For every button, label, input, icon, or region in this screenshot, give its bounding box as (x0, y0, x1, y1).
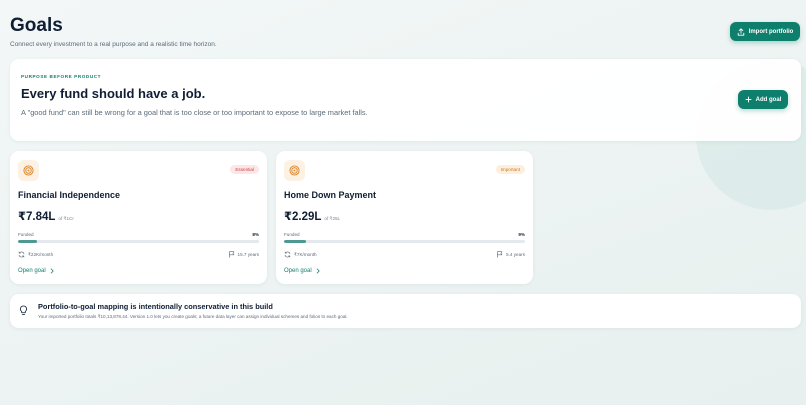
goal-card-home-down-payment[interactable]: Important Home Down Payment ₹2.29L of ₹2… (276, 151, 533, 284)
note-title: Portfolio-to-goal mapping is intentional… (38, 302, 273, 311)
funded-percent: 9% (518, 232, 525, 237)
goal-horizon: 15.7 years (228, 251, 259, 258)
import-portfolio-label: Import portfolio (748, 28, 794, 35)
refresh-icon (18, 251, 25, 258)
flag-icon (228, 251, 234, 258)
upload-icon (737, 27, 744, 36)
horizon-years: 15.7 years (237, 252, 259, 257)
add-goal-label: Add goal (755, 96, 782, 103)
goal-amount: ₹7.84L (18, 211, 56, 223)
flag-icon (497, 251, 503, 258)
funded-label: Funded (18, 232, 34, 237)
plus-icon (745, 96, 752, 103)
monthly-contribution: ₹7K/month (284, 251, 317, 258)
funded-progress-bar (18, 240, 259, 243)
goal-title: Home Down Payment (284, 190, 377, 200)
lightbulb-icon (20, 305, 27, 315)
target-icon (284, 160, 305, 181)
funded-progress-fill (18, 240, 38, 243)
goal-amount-row: ₹2.29L of ₹25L (284, 209, 340, 223)
info-note: Portfolio-to-goal mapping is intentional… (10, 294, 801, 328)
hero-card: PURPOSE BEFORE PRODUCT Every fund should… (10, 59, 801, 141)
priority-badge: Important (495, 165, 525, 174)
goal-amount-row: ₹7.84L of ₹1Cr (18, 209, 74, 223)
note-text: Your imported portfolio totals ₹10,13,87… (38, 314, 348, 319)
page-subtitle: Connect every investment to a real purpo… (10, 41, 217, 48)
goal-amount: ₹2.29L (284, 211, 322, 223)
target-icon (18, 160, 39, 181)
add-goal-button[interactable]: Add goal (738, 90, 788, 109)
open-goal-link[interactable]: Open goal (284, 268, 321, 274)
open-goal-label: Open goal (18, 268, 46, 274)
chevron-right-icon (50, 268, 54, 274)
chevron-right-icon (316, 268, 320, 274)
hero-eyebrow: PURPOSE BEFORE PRODUCT (21, 74, 102, 79)
open-goal-link[interactable]: Open goal (18, 268, 55, 274)
monthly-amount: ₹7K/month (294, 251, 317, 257)
import-portfolio-button[interactable]: Import portfolio (730, 22, 800, 41)
open-goal-label: Open goal (284, 268, 312, 274)
horizon-years: 5.4 years (506, 252, 525, 257)
goal-title: Financial Independence (18, 190, 121, 200)
monthly-contribution: ₹22K/month (18, 251, 53, 258)
goal-target: of ₹25L (324, 216, 341, 221)
funded-progress-bar (284, 240, 525, 243)
priority-badge: Essential (230, 165, 259, 174)
monthly-amount: ₹22K/month (28, 251, 54, 257)
page-title: Goals (10, 15, 63, 36)
funded-label: Funded (284, 232, 300, 237)
goal-target: of ₹1Cr (58, 216, 74, 221)
hero-text: A "good fund" can still be wrong for a g… (21, 108, 368, 117)
hero-title: Every fund should have a job. (21, 86, 206, 101)
goal-horizon: 5.4 years (496, 251, 525, 258)
refresh-icon (284, 251, 291, 258)
funded-percent: 8% (252, 232, 259, 237)
funded-progress-fill (284, 240, 306, 243)
goal-card-financial-independence[interactable]: Essential Financial Independence ₹7.84L … (10, 151, 267, 284)
